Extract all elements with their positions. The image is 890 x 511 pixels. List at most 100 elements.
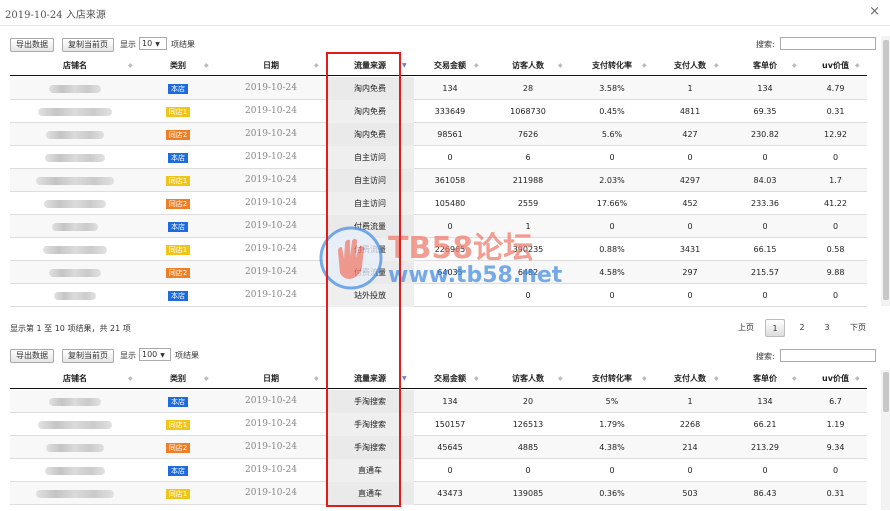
page-size-select[interactable]: 10 ▼ bbox=[139, 37, 167, 50]
pager-next[interactable]: 下页 bbox=[843, 319, 873, 337]
table-row[interactable]: 同店1 2019-10-24 付费流量 226965 390235 0.88% 3431 66… bbox=[10, 238, 867, 261]
copy-page-button-2[interactable]: 复制当前页 bbox=[62, 349, 114, 363]
sort-both-icon[interactable]: ◆ bbox=[792, 369, 797, 389]
table-row[interactable]: 同店1 2019-10-24 直通车 43473 139085 0.36% 503 86.43… bbox=[10, 482, 867, 505]
payer-count-cell: 0 bbox=[687, 222, 693, 231]
traffic-source-cell: 淘内免费 bbox=[326, 123, 414, 146]
column-header-shop-name-2[interactable]: 店铺名 bbox=[10, 369, 140, 389]
uv-value-cell: 0.58 bbox=[826, 245, 845, 254]
sort-both-icon[interactable]: ◆ bbox=[558, 369, 563, 389]
sort-both-icon[interactable]: ◆ bbox=[714, 369, 719, 389]
payer-count-cell: 0 bbox=[687, 291, 693, 300]
shop-name-cell bbox=[10, 169, 140, 192]
dialog-titlebar: 2019-10-24 入店来源 × bbox=[0, 0, 890, 26]
column-header-date[interactable]: 日期 bbox=[216, 56, 326, 76]
sort-desc-icon[interactable]: ▼ bbox=[402, 369, 407, 389]
scrollbar-thumb-2[interactable] bbox=[883, 372, 889, 412]
sort-both-icon[interactable]: ◆ bbox=[792, 56, 797, 76]
table-row[interactable]: 同店2 2019-10-24 手淘搜索 45645 4885 4.38% 214 213.29… bbox=[10, 436, 867, 459]
table-row[interactable]: 同店2 2019-10-24 自主访问 105480 2559 17.66% 452 233.… bbox=[10, 192, 867, 215]
table-info: 显示第 1 至 10 项结果，共 21 项 bbox=[10, 324, 131, 333]
chevron-down-icon: ▼ bbox=[155, 41, 160, 48]
date-cell: 2019-10-24 bbox=[245, 442, 297, 452]
dialog-title-date: 2019-10-24 bbox=[5, 10, 63, 21]
conversion-rate-cell: 0.36% bbox=[599, 489, 625, 498]
scrollbar-thumb[interactable] bbox=[883, 40, 889, 300]
table-row[interactable]: 本店 2019-10-24 站外投放 0 0 0 0 0 0 bbox=[10, 284, 867, 307]
table-row[interactable]: 本店 2019-10-24 淘内免费 134 28 3.58% 1 134 4.79 bbox=[10, 77, 867, 100]
sort-both-icon[interactable]: ◆ bbox=[204, 369, 209, 389]
redacted-shop-name bbox=[49, 84, 101, 93]
table-row[interactable]: 同店1 2019-10-24 淘内免费 333649 1068730 0.45% 4811 6… bbox=[10, 100, 867, 123]
sort-both-icon[interactable]: ◆ bbox=[128, 56, 133, 76]
sort-both-icon[interactable]: ◆ bbox=[314, 56, 319, 76]
column-header-traffic-source[interactable]: 流量来源 bbox=[326, 56, 414, 76]
avg-order-value-cell: 86.43 bbox=[753, 489, 777, 498]
column-header-traffic-source-2[interactable]: 流量来源 bbox=[326, 369, 414, 389]
table-row[interactable]: 本店 2019-10-24 手淘搜索 134 20 5% 1 134 6.7 bbox=[10, 390, 867, 413]
transaction-amount-cell: 0 bbox=[447, 222, 453, 231]
sort-desc-icon[interactable]: ▼ bbox=[402, 56, 407, 76]
table-row[interactable]: 同店1 2019-10-24 手淘搜索 150157 126513 1.79% 2268 66… bbox=[10, 413, 867, 436]
visitor-count-cell: 0 bbox=[525, 466, 531, 475]
traffic-source-cell: 付费流量 bbox=[326, 261, 414, 284]
traffic-source-cell: 直通车 bbox=[326, 459, 414, 482]
category-badge: 本店 bbox=[168, 290, 188, 301]
pager-page-3[interactable]: 3 bbox=[818, 319, 836, 337]
pager-page-2[interactable]: 2 bbox=[793, 319, 811, 337]
sort-both-icon[interactable]: ◆ bbox=[474, 369, 479, 389]
visitor-count-cell: 20 bbox=[522, 397, 534, 406]
sort-both-icon[interactable]: ◆ bbox=[314, 369, 319, 389]
traffic-source-cell: 付费流量 bbox=[326, 215, 414, 238]
sort-both-icon[interactable]: ◆ bbox=[558, 56, 563, 76]
table-row[interactable]: 本店 2019-10-24 付费流量 0 1 0 0 0 0 bbox=[10, 215, 867, 238]
shop-name-cell bbox=[10, 284, 140, 307]
sort-both-icon[interactable]: ◆ bbox=[642, 369, 647, 389]
avg-order-value-cell: 84.03 bbox=[753, 176, 777, 185]
shop-name-cell bbox=[10, 482, 140, 505]
conversion-rate-cell: 2.03% bbox=[599, 176, 625, 185]
sort-both-icon[interactable]: ◆ bbox=[128, 369, 133, 389]
table-row[interactable]: 同店2 2019-10-24 付费流量 64035 6482 4.58% 297 215.57… bbox=[10, 261, 867, 284]
export-data-button[interactable]: 导出数据 bbox=[10, 38, 54, 52]
visitor-count-cell: 126513 bbox=[512, 420, 544, 429]
shop-name-cell bbox=[10, 261, 140, 284]
sort-both-icon[interactable]: ◆ bbox=[474, 56, 479, 76]
category-cell: 同店2 bbox=[140, 123, 216, 146]
payer-count-cell: 4811 bbox=[679, 107, 701, 116]
shop-name-cell bbox=[10, 390, 140, 413]
transaction-amount-cell: 43473 bbox=[437, 489, 463, 498]
pager-prev[interactable]: 上页 bbox=[732, 319, 760, 337]
column-header-shop-name[interactable]: 店铺名 bbox=[10, 56, 140, 76]
transaction-amount-cell: 134 bbox=[442, 397, 458, 406]
payer-count-cell: 2268 bbox=[679, 420, 701, 429]
table-row[interactable]: 同店2 2019-10-24 淘内免费 98561 7626 5.6% 427 230.82 1… bbox=[10, 123, 867, 146]
close-icon[interactable]: × bbox=[869, 4, 880, 19]
page-size-select-2[interactable]: 100 ▼ bbox=[139, 348, 171, 361]
redacted-shop-name bbox=[45, 153, 105, 162]
export-data-button-2[interactable]: 导出数据 bbox=[10, 349, 54, 363]
visitor-count-cell: 390235 bbox=[512, 245, 544, 254]
avg-order-value-cell: 0 bbox=[762, 222, 768, 231]
pager-page-1[interactable]: 1 bbox=[765, 319, 785, 337]
table-row[interactable]: 同店1 2019-10-24 自主访问 361058 211988 2.03% 4297 84… bbox=[10, 169, 867, 192]
visitor-count-cell: 28 bbox=[522, 84, 534, 93]
sort-both-icon[interactable]: ◆ bbox=[855, 56, 860, 76]
sort-both-icon[interactable]: ◆ bbox=[642, 56, 647, 76]
traffic-source-cell: 淘内免费 bbox=[326, 77, 414, 100]
search-input[interactable] bbox=[780, 37, 876, 50]
table-row[interactable]: 本店 2019-10-24 自主访问 0 6 0 0 0 0 bbox=[10, 146, 867, 169]
sort-both-icon[interactable]: ◆ bbox=[855, 369, 860, 389]
show-label-2: 显示 bbox=[120, 351, 136, 360]
copy-page-button[interactable]: 复制当前页 bbox=[62, 38, 114, 52]
uv-value-cell: 0.31 bbox=[826, 489, 845, 498]
column-header-date-2[interactable]: 日期 bbox=[216, 369, 326, 389]
category-cell: 同店1 bbox=[140, 413, 216, 436]
sort-both-icon[interactable]: ◆ bbox=[714, 56, 719, 76]
search-input-2[interactable] bbox=[780, 349, 876, 362]
transaction-amount-cell: 0 bbox=[447, 466, 453, 475]
date-cell: 2019-10-24 bbox=[245, 106, 297, 116]
table-row[interactable]: 本店 2019-10-24 直通车 0 0 0 0 0 0 bbox=[10, 459, 867, 482]
sort-both-icon[interactable]: ◆ bbox=[204, 56, 209, 76]
uv-value-cell: 0 bbox=[832, 466, 839, 475]
